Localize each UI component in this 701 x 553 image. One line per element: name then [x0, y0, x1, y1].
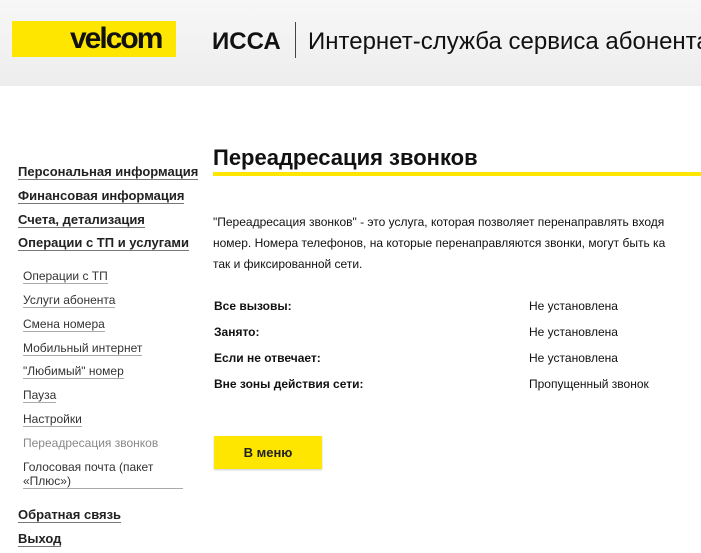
sidebar-subitem-voicemail[interactable]: Голосовая почта (пакет «Плюс») [23, 460, 183, 489]
sidebar-item-bills[interactable]: Счета, детализация [18, 212, 145, 228]
brand-title: ИССА [212, 28, 281, 55]
forwarding-value-no-answer: Не установлена [529, 351, 618, 365]
forwarding-label-out-of-range: Вне зоны действия сети: [214, 377, 364, 391]
service-title: Интернет-служба сервиса абонента [308, 28, 701, 55]
description-line: "Переадресация звонков" - это услуга, ко… [213, 215, 665, 229]
sidebar-item-financial-info[interactable]: Финансовая информация [18, 188, 185, 204]
sidebar-subitem-tp-operations[interactable]: Операции с ТП [23, 269, 108, 284]
sidebar-item-tariff-operations[interactable]: Операции с ТП и услугами [18, 235, 189, 251]
sidebar-subitem-call-forwarding[interactable]: Переадресация звонков [23, 436, 158, 450]
forwarding-value-all-calls: Не установлена [529, 299, 618, 313]
header-divider [295, 22, 296, 58]
sidebar-subitem-settings[interactable]: Настройки [23, 412, 82, 427]
page-title: Переадресация звонков [213, 145, 478, 170]
forwarding-value-busy: Не установлена [529, 325, 618, 339]
sidebar-subitem-number-change[interactable]: Смена номера [23, 317, 105, 332]
forwarding-label-no-answer: Если не отвечает: [214, 351, 321, 365]
description-line: так и фиксированной сети. [213, 257, 363, 271]
service-description: "Переадресация звонков" - это услуга, ко… [213, 212, 701, 275]
description-line: номер. Номера телефонов, на которые пере… [213, 236, 666, 250]
title-underline [213, 172, 701, 176]
forwarding-value-out-of-range: Пропущенный звонок [529, 377, 649, 391]
forwarding-label-all-calls: Все вызовы: [214, 299, 292, 313]
sidebar-item-personal-info[interactable]: Персональная информация [18, 164, 199, 180]
sidebar-subitem-mobile-internet[interactable]: Мобильный интернет [23, 341, 143, 356]
forwarding-label-busy: Занято: [214, 325, 260, 339]
header-bar: velcom ИССА Интернет-служба сервиса абон… [0, 0, 701, 86]
sidebar-subitem-favorite-number[interactable]: "Любимый" номер [23, 364, 124, 379]
sidebar-item-logout[interactable]: Выход [18, 531, 62, 547]
sidebar-subitem-subscriber-services[interactable]: Услуги абонента [23, 293, 116, 308]
back-to-menu-button[interactable]: В меню [214, 436, 322, 469]
sidebar-subitem-pause[interactable]: Пауза [23, 388, 57, 403]
sidebar-item-feedback[interactable]: Обратная связь [18, 507, 122, 523]
velcom-logo[interactable]: velcom [12, 21, 176, 57]
logo-text: velcom [70, 22, 163, 55]
